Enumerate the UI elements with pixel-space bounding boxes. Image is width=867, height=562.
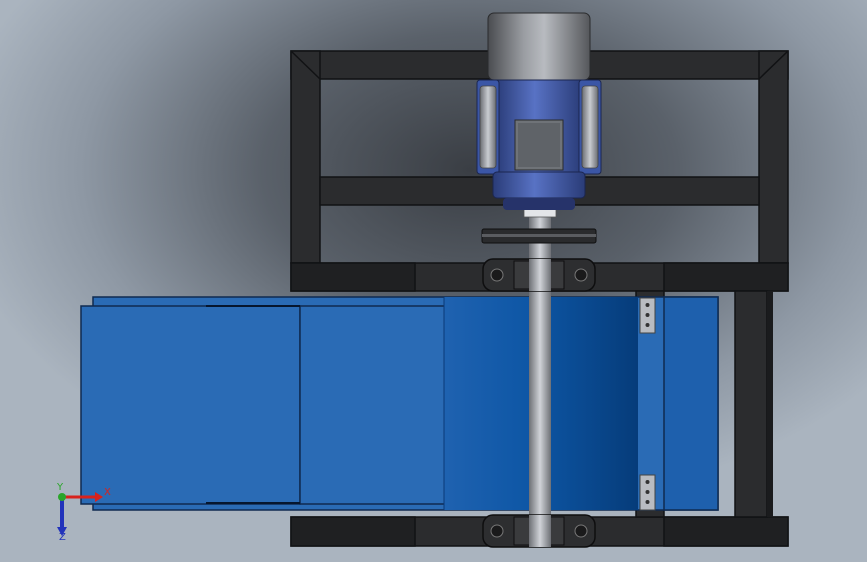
- 3d-model-viewport[interactable]: X Y Z: [0, 0, 867, 562]
- belt-clip-top: [639, 297, 656, 334]
- triad-z-label: Z: [59, 532, 66, 543]
- belt-clip-bottom: [639, 474, 656, 511]
- v-belt-pulley[interactable]: [481, 228, 597, 244]
- electric-motor[interactable]: [476, 12, 602, 210]
- conveyor-belt[interactable]: [80, 296, 719, 511]
- triad-x-label: X: [104, 487, 111, 498]
- triad-y-label: Y: [57, 482, 64, 493]
- bearing-bottom[interactable]: [482, 514, 596, 548]
- conveyor-assembly-model[interactable]: [0, 0, 867, 562]
- bearing-top[interactable]: [482, 258, 596, 292]
